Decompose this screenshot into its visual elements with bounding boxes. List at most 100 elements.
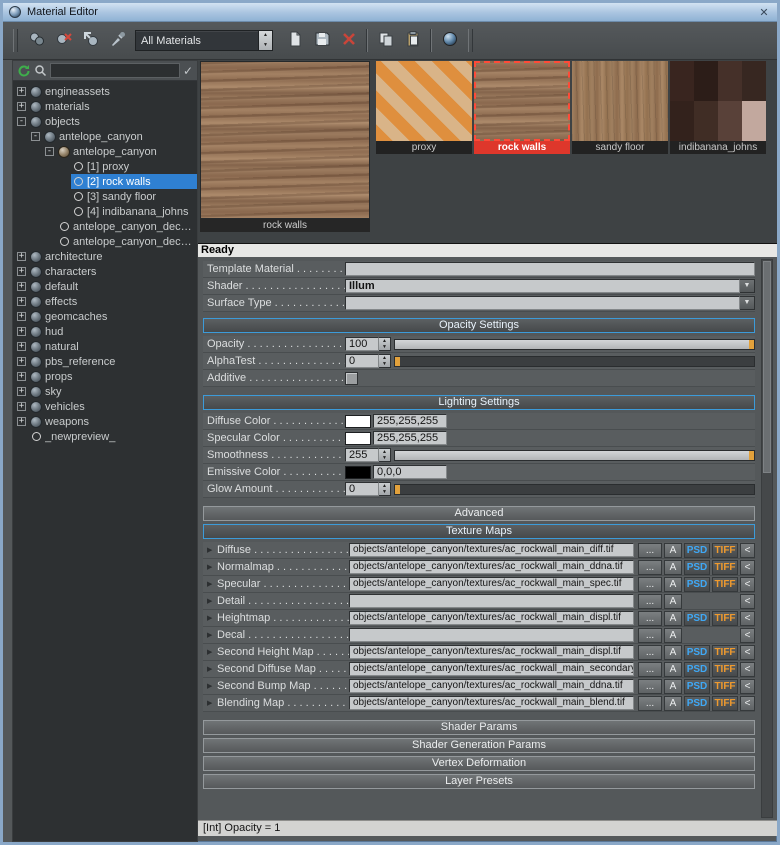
texture-path-field[interactable]: objects/antelope_canyon/textures/ac_rock… [349,543,634,557]
spin-up-icon[interactable]: ▲ [259,31,272,41]
tree-expander-icon[interactable]: + [17,402,26,411]
tree-item-zone[interactable]: engineassets [29,84,197,99]
tree-item-zone[interactable]: hud [29,324,197,339]
add-material-button[interactable] [281,28,308,54]
tree-item[interactable]: [2] rock walls [13,174,197,189]
save-material-button[interactable] [308,28,335,54]
tree-item[interactable]: antelope_canyon_decal_... [13,219,197,234]
tree-item-zone[interactable]: vehicles [29,399,197,414]
tree-item-zone[interactable]: antelope_canyon [43,129,197,144]
tree-item[interactable]: + natural [13,339,197,354]
open-tiff-button[interactable]: TIFF [712,661,738,677]
tree-expander-icon[interactable]: + [17,267,26,276]
tree-item[interactable]: + vehicles [13,399,197,414]
texture-path-field[interactable] [349,628,634,642]
expand-arrow-icon[interactable]: ▶ [207,614,217,622]
expand-arrow-icon[interactable]: ▶ [207,665,217,673]
tree-item-zone[interactable]: sky [29,384,197,399]
tree-item[interactable]: + materials [13,99,197,114]
alphatest-field[interactable]: 0 [345,354,379,368]
emissive-color-swatch[interactable] [345,465,371,479]
emissive-color-field[interactable]: 0,0,0 [373,465,447,479]
tree-item[interactable]: - antelope_canyon [13,129,197,144]
slider-handle[interactable] [395,356,400,366]
tree-item-zone[interactable]: pbs_reference [29,354,197,369]
alphatest-spinner[interactable]: ▲ ▼ [379,354,391,368]
spin-down-icon[interactable]: ▼ [259,41,272,51]
expand-arrow-icon[interactable]: ▶ [207,597,217,605]
tree-expander-icon[interactable]: + [17,252,26,261]
slider-handle[interactable] [395,484,400,494]
copy-material-button[interactable] [372,28,399,54]
alpha-button[interactable]: A [664,627,682,643]
tree-expander-icon[interactable]: + [17,327,26,336]
tree-item-zone[interactable]: geomcaches [29,309,197,324]
texture-path-field[interactable]: objects/antelope_canyon/textures/ac_rock… [349,679,634,693]
tree-item-zone[interactable]: effects [29,294,197,309]
browse-button[interactable]: ... [638,542,662,558]
reload-icon[interactable] [17,64,31,78]
additive-checkbox[interactable] [345,371,358,385]
expand-arrow-icon[interactable]: ▶ [207,546,217,554]
alpha-button[interactable]: A [664,644,682,660]
revert-button[interactable]: < [740,678,755,694]
titlebar[interactable]: Material Editor ✕ [3,3,777,22]
open-tiff-button[interactable]: TIFF [712,695,738,711]
spin-down-icon[interactable]: ▼ [379,344,390,350]
shader-dropdown[interactable]: Illum ▼ [345,279,755,293]
submaterial-thumbnail[interactable]: proxy [376,61,472,154]
tree-expander-icon[interactable]: - [45,147,54,156]
glow-amount-slider[interactable] [394,483,755,495]
expand-arrow-icon[interactable]: ▶ [207,682,217,690]
submaterial-thumbnail-image[interactable] [572,61,668,141]
open-tiff-button[interactable]: TIFF [712,644,738,660]
chevron-down-icon[interactable]: ▼ [740,279,755,293]
texture-path-field[interactable]: objects/antelope_canyon/textures/ac_rock… [349,645,634,659]
tree-item[interactable]: + weapons [13,414,197,429]
browse-button[interactable]: ... [638,610,662,626]
texture-path-field[interactable]: objects/antelope_canyon/textures/ac_rock… [349,560,634,574]
apply-filter-check-icon[interactable]: ✓ [183,65,193,77]
delete-material-button[interactable] [335,28,362,54]
tree-expander-icon[interactable]: + [17,297,26,306]
expand-arrow-icon[interactable]: ▶ [207,580,217,588]
spin-down-icon[interactable]: ▼ [379,455,390,461]
tree-item[interactable]: + props [13,369,197,384]
group-header-shader-generation-params[interactable]: Shader Generation Params [203,738,755,753]
browse-button[interactable]: ... [638,661,662,677]
tree-expander-icon[interactable]: + [17,282,26,291]
scrollbar-thumb[interactable] [763,261,771,473]
submaterial-thumbnail[interactable]: indibanana_johns [670,61,766,154]
texture-path-field[interactable] [349,594,634,608]
tree-item-zone[interactable]: antelope_canyon_decal_... [57,234,197,249]
opacity-spinner[interactable]: ▲ ▼ [379,337,391,351]
tree-expander-icon[interactable]: + [17,417,26,426]
diffuse-color-swatch[interactable] [345,414,371,428]
assign-material-button[interactable] [23,28,50,54]
tree-item-zone[interactable]: [2] rock walls [71,174,197,189]
material-preview-button[interactable] [436,28,463,54]
toolbar-grip[interactable] [468,29,473,52]
tree-expander-icon[interactable]: + [17,87,26,96]
slider-handle[interactable] [749,450,754,460]
tree-item[interactable]: + characters [13,264,197,279]
open-psd-button[interactable]: PSD [684,559,710,575]
alpha-button[interactable]: A [664,559,682,575]
browse-button[interactable]: ... [638,678,662,694]
expand-arrow-icon[interactable]: ▶ [207,631,217,639]
revert-button[interactable]: < [740,542,755,558]
tree-item-zone[interactable]: materials [29,99,197,114]
open-psd-button[interactable]: PSD [684,610,710,626]
open-psd-button[interactable]: PSD [684,695,710,711]
tree-item[interactable]: _newpreview_ [13,429,197,444]
surface-type-value[interactable] [345,296,740,310]
material-preview-image[interactable] [200,61,370,219]
glow-amount-spinner[interactable]: ▲ ▼ [379,482,391,496]
spin-down-icon[interactable]: ▼ [379,361,390,367]
tree-item[interactable]: [4] indibanana_johns [13,204,197,219]
template-material-field[interactable] [345,262,755,276]
alpha-button[interactable]: A [664,576,682,592]
group-header-texture-maps[interactable]: Texture Maps [203,524,755,539]
specular-color-field[interactable]: 255,255,255 [373,431,447,445]
tree-item-zone[interactable]: [4] indibanana_johns [71,204,197,219]
